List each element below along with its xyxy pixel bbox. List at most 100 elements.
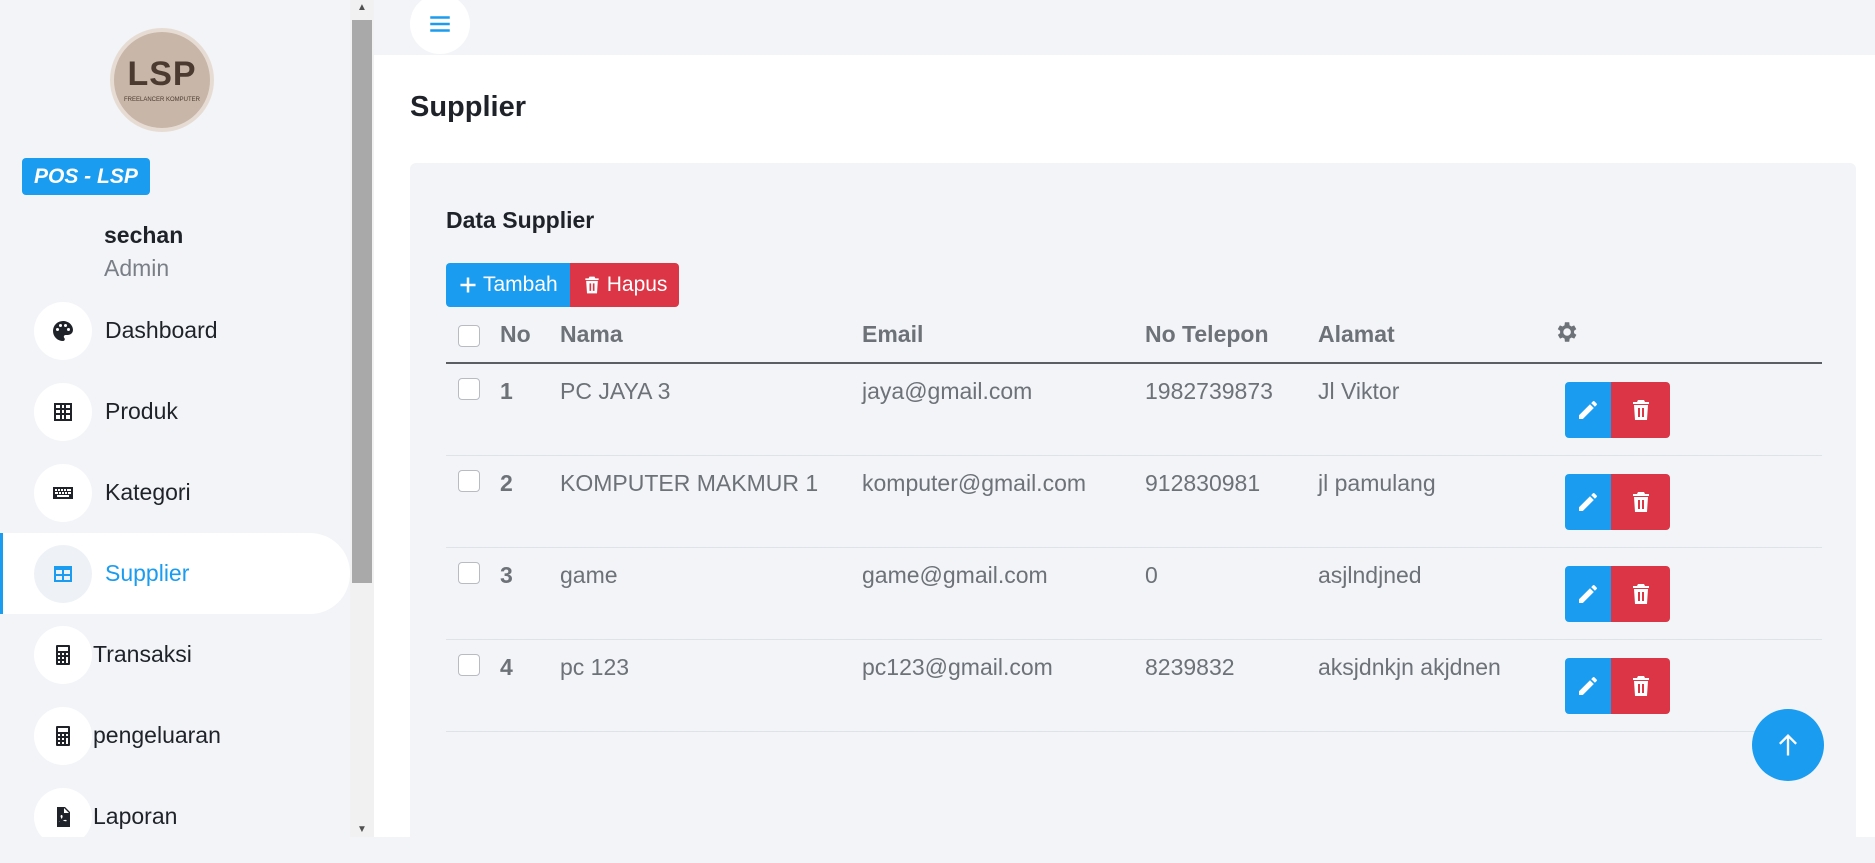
sidebar: LSP FREELANCER KOMPUTER POS - LSP sechan…	[0, 0, 350, 837]
row-nama: KOMPUTER MAKMUR 1	[560, 455, 862, 548]
row-no: 2	[500, 455, 560, 548]
row-email: game@gmail.com	[862, 547, 1145, 640]
row-alamat: aksjdnkjn akjdnen	[1318, 639, 1553, 732]
trash-icon	[1632, 491, 1649, 512]
sidebar-item-laporan[interactable]: Laporan	[0, 776, 350, 837]
row-checkbox[interactable]	[458, 561, 480, 584]
add-button-label: Tambah	[483, 273, 558, 296]
column-header-email: Email	[862, 307, 1145, 364]
calculator-icon	[34, 625, 92, 684]
sidebar-item-dashboard[interactable]: Dashboard	[0, 290, 350, 371]
topbar	[374, 0, 1875, 55]
scroll-thumb[interactable]	[352, 20, 372, 583]
add-button[interactable]: Tambah	[446, 263, 570, 307]
delete-button[interactable]	[1611, 473, 1670, 530]
edit-button[interactable]	[1565, 565, 1611, 622]
row-telepon: 8239832	[1145, 639, 1318, 732]
keyboard-icon	[34, 463, 92, 522]
row-nama: PC JAYA 3	[560, 363, 862, 456]
select-all-cell	[446, 307, 500, 364]
trash-icon	[585, 276, 599, 294]
bulk-delete-button[interactable]: Hapus	[569, 263, 680, 307]
logo-text: LSP	[127, 55, 197, 93]
table-row: 2 KOMPUTER MAKMUR 1 komputer@gmail.com 9…	[446, 455, 1822, 548]
row-nama: pc 123	[560, 639, 862, 732]
row-telepon: 912830981	[1145, 455, 1318, 548]
column-header-actions	[1553, 307, 1822, 364]
row-alamat: asjlndjned	[1318, 547, 1553, 640]
edit-button[interactable]	[1565, 382, 1611, 438]
select-all-checkbox[interactable]	[458, 324, 480, 347]
sidebar-item-transaksi[interactable]: Transaksi	[0, 614, 350, 695]
table-row: 4 pc 123 pc123@gmail.com 8239832 aksjdnk…	[446, 639, 1822, 732]
sidebar-item-supplier[interactable]: Supplier	[0, 533, 350, 614]
row-nama: game	[560, 547, 862, 640]
scroll-up-arrow-icon[interactable]: ▲	[357, 2, 367, 13]
sidebar-item-label: Supplier	[105, 560, 190, 586]
pencil-icon	[1579, 492, 1597, 511]
sidebar-item-label: Produk	[105, 398, 178, 424]
sidebar-item-kategori[interactable]: Kategori	[0, 452, 350, 533]
supplier-table: No Nama Email No Telepon Alamat 1 PC JAY…	[446, 307, 1822, 732]
sidebar-item-label: Transaksi	[93, 641, 192, 667]
scroll-down-arrow-icon[interactable]: ▼	[357, 824, 367, 835]
pencil-icon	[1579, 584, 1597, 603]
pdf-file-icon	[34, 787, 92, 837]
scroll-to-top-button[interactable]	[1752, 709, 1824, 781]
menu-toggle-button[interactable]	[410, 0, 470, 54]
trash-icon	[1632, 583, 1649, 604]
logo-subtitle: FREELANCER KOMPUTER	[123, 97, 200, 103]
table-row: 1 PC JAYA 3 jaya@gmail.com 1982739873 Jl…	[446, 363, 1822, 456]
row-no: 4	[500, 639, 560, 732]
trash-icon	[1632, 675, 1649, 696]
hamburger-icon	[430, 16, 450, 32]
row-checkbox[interactable]	[458, 378, 480, 400]
row-email: pc123@gmail.com	[862, 639, 1145, 732]
column-header-nama: Nama	[560, 307, 862, 364]
row-email: komputer@gmail.com	[862, 455, 1145, 548]
supplier-card: Data Supplier Tambah Hapus No Nama Email	[410, 163, 1856, 863]
column-header-telepon: No Telepon	[1145, 307, 1318, 364]
toolbar: Tambah Hapus	[446, 263, 680, 307]
row-no: 3	[500, 547, 560, 640]
edit-button[interactable]	[1565, 657, 1611, 714]
delete-button-label: Hapus	[606, 273, 668, 296]
row-email: jaya@gmail.com	[862, 363, 1145, 456]
brand-badge: POS - LSP	[22, 158, 150, 195]
pencil-icon	[1579, 401, 1597, 419]
sidebar-item-pengeluaran[interactable]: pengeluaran	[0, 695, 350, 776]
row-no: 1	[500, 363, 560, 456]
delete-button[interactable]	[1611, 565, 1670, 622]
edit-button[interactable]	[1565, 473, 1611, 530]
sidebar-item-label: pengeluaran	[93, 722, 221, 748]
sidebar-item-label: Kategori	[105, 479, 191, 505]
table-header-row: No Nama Email No Telepon Alamat	[446, 307, 1822, 364]
sidebar-item-label: Laporan	[93, 803, 178, 829]
row-alamat: jl pamulang	[1318, 455, 1553, 548]
row-alamat: Jl Viktor	[1318, 363, 1553, 456]
column-header-alamat: Alamat	[1318, 307, 1553, 364]
calculator-icon	[34, 706, 92, 765]
arrow-up-icon	[1779, 734, 1797, 756]
table-row: 3 game game@gmail.com 0 asjlndjned	[446, 547, 1822, 640]
row-checkbox[interactable]	[458, 653, 480, 676]
row-telepon: 0	[1145, 547, 1318, 640]
delete-button[interactable]	[1611, 657, 1670, 714]
user-name: sechan	[104, 222, 184, 248]
sidebar-item-label: Dashboard	[105, 317, 218, 343]
sidebar-nav: Dashboard Produk Kategori Supplier Trans…	[0, 290, 350, 837]
sidebar-scrollbar[interactable]: ▲ ▼	[350, 0, 374, 837]
plus-icon	[460, 277, 476, 293]
row-telepon: 1982739873	[1145, 363, 1318, 456]
main-content: Supplier Data Supplier Tambah Hapus No N…	[374, 55, 1875, 863]
trash-icon	[1632, 400, 1649, 420]
gear-icon	[1557, 321, 1577, 342]
logo: LSP FREELANCER KOMPUTER	[110, 28, 214, 132]
delete-button[interactable]	[1611, 382, 1670, 438]
pencil-icon	[1579, 676, 1597, 695]
row-checkbox[interactable]	[458, 469, 480, 492]
sidebar-item-produk[interactable]: Produk	[0, 371, 350, 452]
user-role: Admin	[104, 255, 170, 281]
table-icon	[34, 382, 92, 441]
grid-table-icon	[34, 544, 92, 603]
